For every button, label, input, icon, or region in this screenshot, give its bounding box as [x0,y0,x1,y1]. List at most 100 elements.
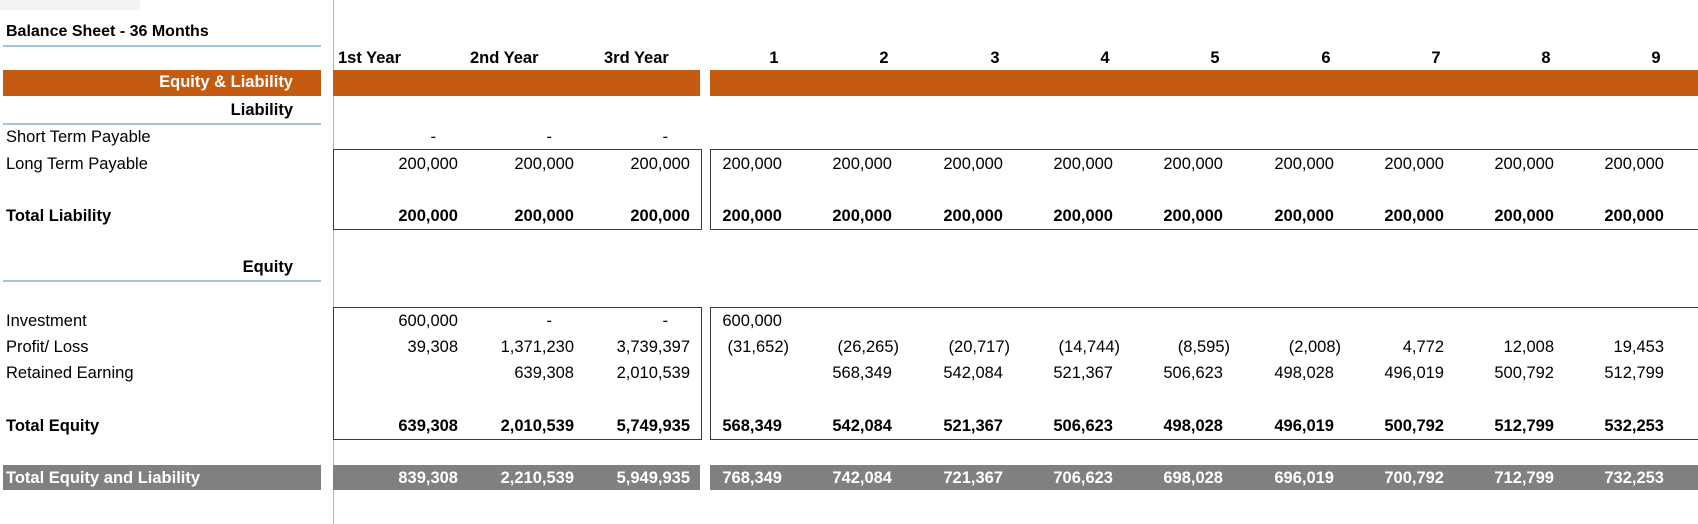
cell-retained-earning-month-7[interactable]: 496,019 [1334,364,1444,383]
cell-total-liability-month-1[interactable]: 200,000 [672,207,782,226]
cell-long-term-payable-month-7[interactable]: 200,000 [1334,155,1444,174]
cell-total-equity-liability-month-9[interactable]: 732,253 [1554,469,1664,488]
cell-long-term-payable-month-8[interactable]: 200,000 [1444,155,1554,174]
section-equity: Equity [242,258,293,276]
cell-short-term-payable-year-1[interactable]: - [348,128,458,147]
year-header-1: 1st Year [338,49,402,67]
section-liability: Liability [230,101,293,119]
cell-profit-loss-month-2[interactable]: (26,265) [789,338,899,357]
cell-profit-loss-month-6[interactable]: (2,008) [1231,338,1341,357]
cell-long-term-payable-month-9[interactable]: 200,000 [1554,155,1664,174]
cell-total-liability-month-4[interactable]: 200,000 [1003,207,1113,226]
cell-long-term-payable-month-1[interactable]: 200,000 [672,155,782,174]
month-header-3: 3 [990,49,1000,67]
cell-profit-loss-month-7[interactable]: 4,772 [1334,338,1444,357]
cell-profit-loss-year-1[interactable]: 39,308 [348,338,458,357]
month-header-2: 2 [879,49,889,67]
cell-total-equity-month-6[interactable]: 496,019 [1224,417,1334,436]
row-label-short-term-payable: Short Term Payable [6,128,151,146]
cell-retained-earning-month-6[interactable]: 498,028 [1224,364,1334,383]
cell-total-equity-month-2[interactable]: 542,084 [782,417,892,436]
cell-total-equity-month-9[interactable]: 532,253 [1554,417,1664,436]
cell-long-term-payable-month-5[interactable]: 200,000 [1113,155,1223,174]
cell-profit-loss-month-4[interactable]: (14,744) [1010,338,1120,357]
cell-short-term-payable-year-2[interactable]: - [464,128,574,147]
cell-total-equity-month-4[interactable]: 506,623 [1003,417,1113,436]
cell-total-liability-month-3[interactable]: 200,000 [893,207,1003,226]
cell-total-equity-month-3[interactable]: 521,367 [893,417,1003,436]
liability-total-rule-months [710,229,1698,230]
cell-total-liability-year-1[interactable]: 200,000 [348,207,458,226]
row-label-retained-earning: Retained Earning [6,364,134,382]
cell-short-term-payable-year-3[interactable]: - [580,128,690,147]
row-label-profit-loss: Profit/ Loss [6,338,89,356]
cell-retained-earning-month-8[interactable]: 500,792 [1444,364,1554,383]
month-header-1: 1 [769,49,779,67]
cell-retained-earning-month-5[interactable]: 506,623 [1113,364,1223,383]
month-header-7: 7 [1431,49,1441,67]
cell-total-equity-month-7[interactable]: 500,792 [1334,417,1444,436]
cell-long-term-payable-month-6[interactable]: 200,000 [1224,155,1334,174]
cell-profit-loss-year-3[interactable]: 3,739,397 [580,338,690,357]
cell-total-equity-liability-month-3[interactable]: 721,367 [893,469,1003,488]
cell-investment-month-1[interactable]: 600,000 [672,312,782,331]
month-header-8: 8 [1541,49,1551,67]
cell-total-equity-liability-month-1[interactable]: 768,349 [672,469,782,488]
cell-total-equity-liability-month-2[interactable]: 742,084 [782,469,892,488]
cell-total-equity-liability-year-1[interactable]: 839,308 [348,469,458,488]
cell-retained-earning-year-3[interactable]: 2,010,539 [580,364,690,383]
cell-total-liability-month-8[interactable]: 200,000 [1444,207,1554,226]
liability-underline [3,123,321,125]
cell-retained-earning-month-9[interactable]: 512,799 [1554,364,1664,383]
cell-total-equity-liability-month-4[interactable]: 706,623 [1003,469,1113,488]
cell-total-liability-year-2[interactable]: 200,000 [464,207,574,226]
cell-total-liability-month-9[interactable]: 200,000 [1554,207,1664,226]
cell-profit-loss-month-1[interactable]: (31,652) [679,338,789,357]
cell-total-equity-year-1[interactable]: 639,308 [348,417,458,436]
month-header-6: 6 [1321,49,1331,67]
cell-total-equity-liability-year-2[interactable]: 2,210,539 [464,469,574,488]
equity-total-rule-years [333,439,702,440]
cell-total-liability-month-5[interactable]: 200,000 [1113,207,1223,226]
cell-profit-loss-month-5[interactable]: (8,595) [1120,338,1230,357]
row-label-total-equity: Total Equity [6,417,100,435]
cell-retained-earning-month-2[interactable]: 568,349 [782,364,892,383]
cell-profit-loss-year-2[interactable]: 1,371,230 [464,338,574,357]
title-underline [3,45,321,47]
cell-total-liability-month-6[interactable]: 200,000 [1224,207,1334,226]
cell-total-equity-liability-month-6[interactable]: 696,019 [1224,469,1334,488]
cell-total-liability-month-2[interactable]: 200,000 [782,207,892,226]
equity-underline [3,280,321,282]
cell-total-equity-month-1[interactable]: 568,349 [672,417,782,436]
section-band-months [710,70,1698,96]
year-header-2: 2nd Year [470,49,539,67]
row-label-total-equity-liability: Total Equity and Liability [6,469,201,487]
cell-total-equity-liability-month-8[interactable]: 712,799 [1444,469,1554,488]
cell-long-term-payable-year-1[interactable]: 200,000 [348,155,458,174]
cell-total-equity-month-5[interactable]: 498,028 [1113,417,1223,436]
cell-total-equity-year-2[interactable]: 2,010,539 [464,417,574,436]
cell-total-liability-month-7[interactable]: 200,000 [1334,207,1444,226]
row-label-investment: Investment [6,312,87,330]
cell-long-term-payable-year-2[interactable]: 200,000 [464,155,574,174]
equity-total-rule-months [710,439,1698,440]
cell-retained-earning-month-3[interactable]: 542,084 [893,364,1003,383]
cell-total-equity-liability-month-5[interactable]: 698,028 [1113,469,1223,488]
cell-long-term-payable-month-2[interactable]: 200,000 [782,155,892,174]
cell-investment-year-2[interactable]: - [464,312,574,331]
cell-profit-loss-month-3[interactable]: (20,717) [900,338,1010,357]
cell-total-equity-liability-month-7[interactable]: 700,792 [1334,469,1444,488]
section-band-years [333,70,700,96]
sheet-tab-stub [0,0,140,10]
row-label-total-liability: Total Liability [6,207,112,225]
cell-total-equity-month-8[interactable]: 512,799 [1444,417,1554,436]
cell-profit-loss-month-8[interactable]: 12,008 [1444,338,1554,357]
cell-profit-loss-month-9[interactable]: 19,453 [1554,338,1664,357]
cell-retained-earning-year-2[interactable]: 639,308 [464,364,574,383]
year-header-3: 3rd Year [604,49,669,67]
month-header-5: 5 [1210,49,1220,67]
cell-retained-earning-month-4[interactable]: 521,367 [1003,364,1113,383]
cell-investment-year-1[interactable]: 600,000 [348,312,458,331]
cell-long-term-payable-month-4[interactable]: 200,000 [1003,155,1113,174]
cell-long-term-payable-month-3[interactable]: 200,000 [893,155,1003,174]
